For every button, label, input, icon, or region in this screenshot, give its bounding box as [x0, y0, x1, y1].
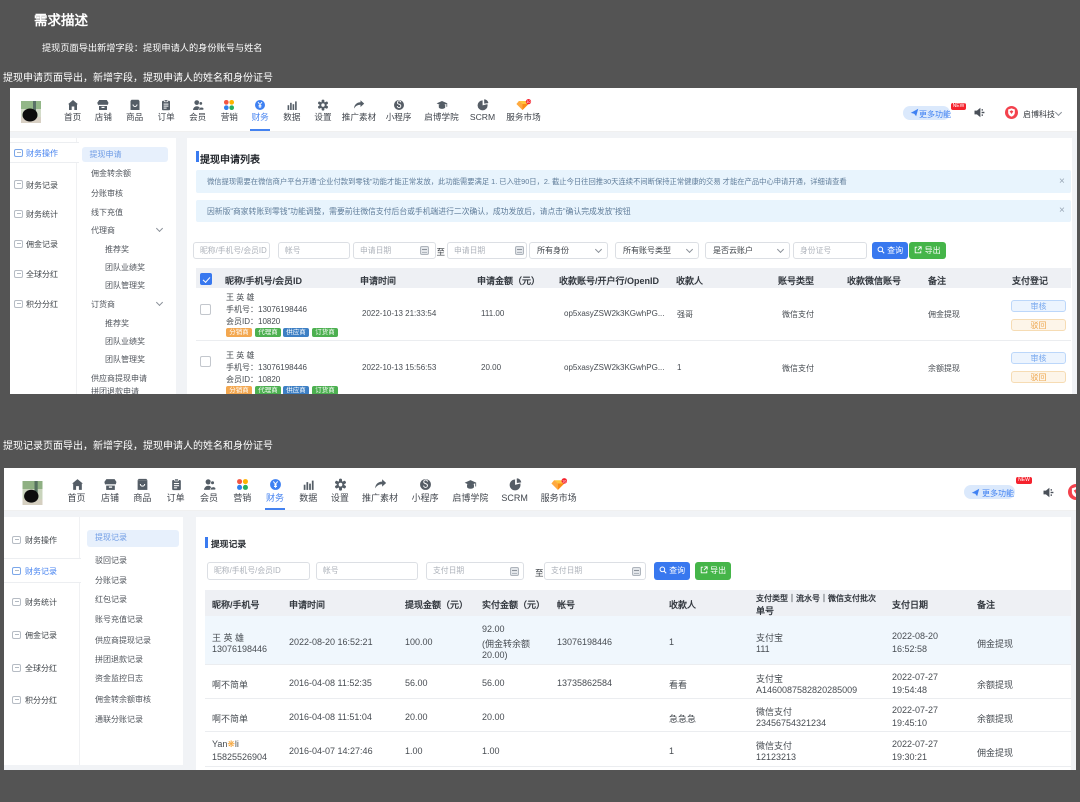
svg-text:10: 10 [526, 100, 530, 104]
svg-text:10: 10 [562, 479, 566, 483]
